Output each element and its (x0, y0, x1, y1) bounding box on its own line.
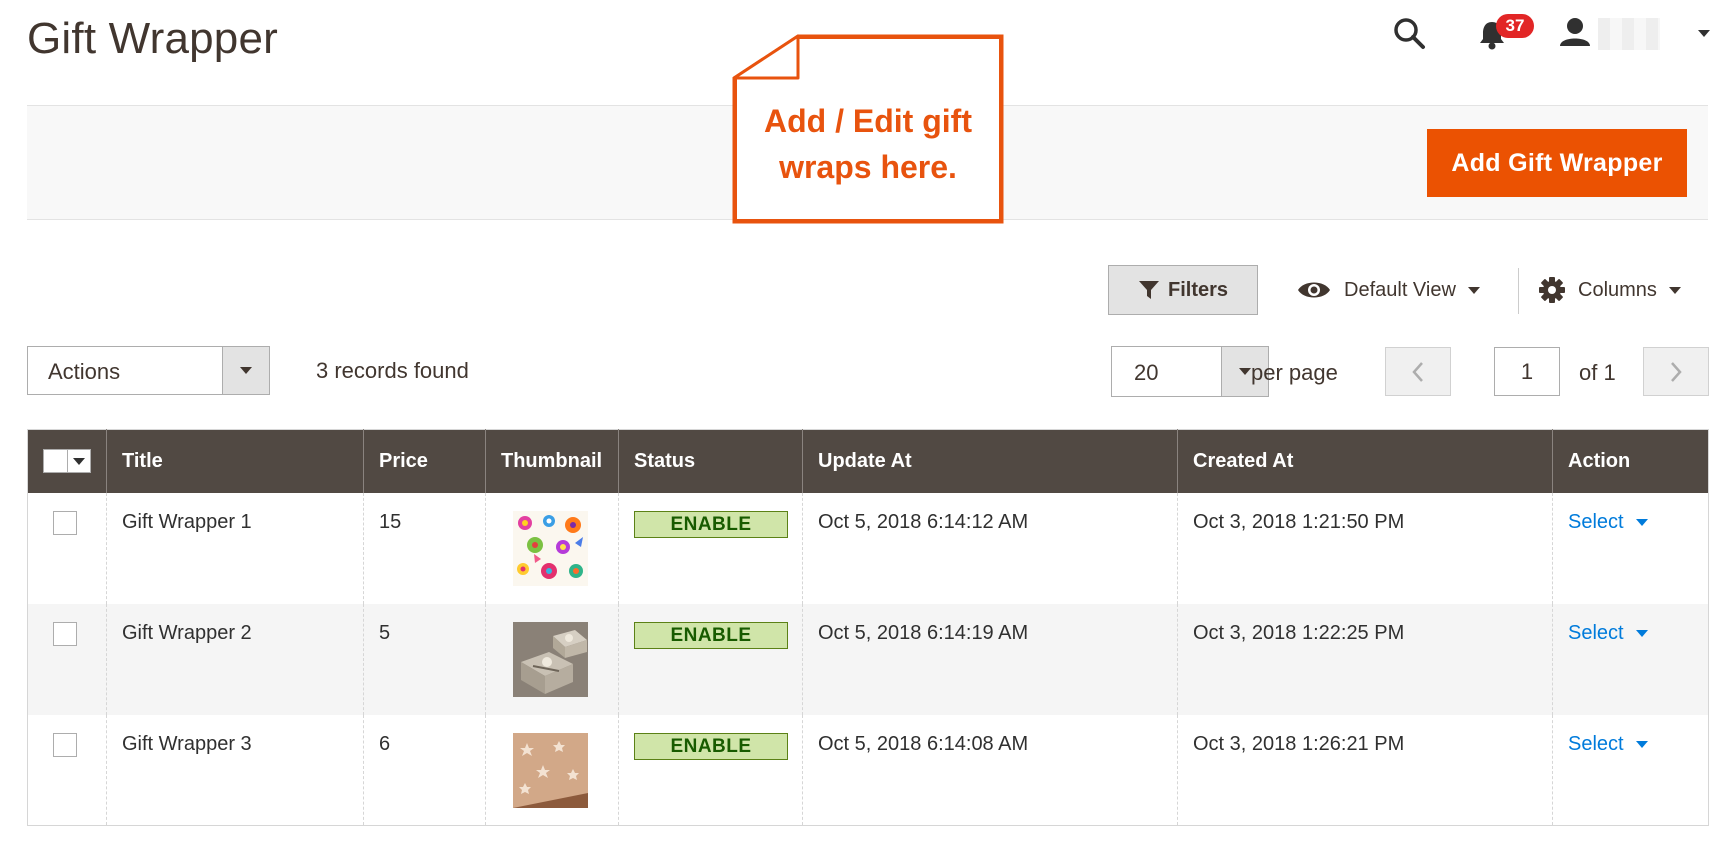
callout-text: Add / Edit gift wraps here. (734, 98, 1002, 190)
grid-header-row: Title Price Thumbnail Status Update At C… (27, 429, 1709, 493)
column-header-title[interactable]: Title (106, 429, 364, 493)
chevron-down-icon (1635, 518, 1648, 526)
column-header-price[interactable]: Price (363, 429, 486, 493)
eye-icon (1298, 282, 1330, 298)
gift-wrapper-grid: Title Price Thumbnail Status Update At C… (27, 429, 1709, 826)
chevron-down-icon (1467, 286, 1480, 294)
table-row[interactable]: Gift Wrapper 3 6 ENABLE Oct 5, 2018 6:14… (28, 714, 1709, 826)
records-found: 3 records found (316, 358, 469, 383)
row-created-at: Oct 3, 2018 1:21:50 PM (1177, 492, 1553, 604)
column-header-action: Action (1552, 429, 1709, 493)
chevron-down-icon (1635, 740, 1648, 748)
row-price: 15 (363, 492, 486, 604)
row-updated-at: Oct 5, 2018 6:14:19 AM (802, 603, 1178, 715)
silver-gift-boxes-thumbnail[interactable] (513, 621, 588, 697)
current-page-input[interactable] (1494, 347, 1560, 396)
row-action-select[interactable]: Select (1568, 511, 1648, 534)
filters-label: Filters (1167, 278, 1229, 301)
row-title: Gift Wrapper 1 (106, 492, 364, 604)
floral-butterfly-thumbnail[interactable] (513, 510, 588, 586)
columns-label: Columns (1578, 278, 1657, 301)
column-header-thumbnail[interactable]: Thumbnail (485, 429, 619, 493)
row-created-at: Oct 3, 2018 1:22:25 PM (1177, 603, 1553, 715)
columns-dropdown[interactable]: Columns (1538, 268, 1708, 312)
page-title: Gift Wrapper (27, 14, 278, 63)
total-pages-label: of 1 (1579, 360, 1616, 385)
row-action-label: Select (1568, 732, 1624, 755)
add-gift-wrapper-button[interactable]: Add Gift Wrapper (1427, 129, 1687, 197)
row-updated-at: Oct 5, 2018 6:14:08 AM (802, 714, 1178, 826)
row-updated-at: Oct 5, 2018 6:14:12 AM (802, 492, 1178, 604)
table-row[interactable]: Gift Wrapper 1 15 ENABLE Oct 5, 2018 6:1 (28, 492, 1709, 604)
username-redacted (1598, 18, 1660, 50)
row-checkbox[interactable] (53, 621, 77, 646)
default-view-dropdown[interactable]: Default View (1296, 268, 1496, 312)
row-action-select[interactable]: Select (1568, 622, 1648, 645)
search-icon[interactable] (1390, 14, 1430, 54)
per-page-value: 20 (1134, 360, 1159, 385)
previous-page-button[interactable] (1385, 347, 1451, 396)
filters-button[interactable]: Filters (1108, 265, 1258, 315)
mass-select-checkbox[interactable] (43, 449, 91, 474)
mass-actions-label: Actions (48, 359, 121, 384)
column-header-update-at[interactable]: Update At (802, 429, 1178, 493)
status-badge: ENABLE (634, 510, 788, 538)
per-page-label: per page (1251, 360, 1338, 385)
mass-actions-select[interactable]: Actions (27, 346, 270, 395)
row-action-select[interactable]: Select (1568, 733, 1648, 756)
row-title: Gift Wrapper 3 (106, 714, 364, 826)
notification-count-badge[interactable]: 37 (1496, 14, 1534, 38)
column-header-status[interactable]: Status (618, 429, 803, 493)
row-checkbox[interactable] (53, 510, 77, 535)
column-header-created-at[interactable]: Created At (1177, 429, 1553, 493)
row-price: 5 (363, 603, 486, 715)
default-view-label: Default View (1344, 278, 1456, 301)
status-badge: ENABLE (634, 732, 788, 760)
chevron-down-icon (1668, 286, 1681, 294)
chevron-left-icon (1412, 361, 1423, 382)
chevron-down-icon[interactable] (67, 450, 90, 473)
chevron-down-icon (1635, 629, 1648, 637)
row-action-label: Select (1568, 621, 1624, 644)
row-price: 6 (363, 714, 486, 826)
row-action-label: Select (1568, 510, 1624, 533)
toolbar-divider (1518, 268, 1519, 314)
next-page-button[interactable] (1643, 347, 1709, 396)
funnel-icon (1138, 281, 1159, 299)
table-row[interactable]: Gift Wrapper 2 5 ENABLE Oct 5, 2018 6:14 (27, 603, 1709, 715)
chevron-down-icon[interactable] (222, 347, 269, 394)
gear-icon (1539, 277, 1565, 303)
kraft-star-paper-thumbnail[interactable] (513, 732, 588, 808)
row-created-at: Oct 3, 2018 1:26:21 PM (1177, 714, 1553, 826)
callout-line-2: wraps here. (779, 149, 957, 185)
chevron-right-icon (1671, 361, 1682, 382)
callout-line-1: Add / Edit gift (764, 103, 972, 139)
mass-select-header[interactable] (27, 429, 107, 493)
status-badge: ENABLE (634, 621, 788, 649)
per-page-select[interactable]: 20 (1111, 346, 1269, 397)
row-checkbox[interactable] (53, 732, 77, 757)
row-title: Gift Wrapper 2 (106, 603, 364, 715)
